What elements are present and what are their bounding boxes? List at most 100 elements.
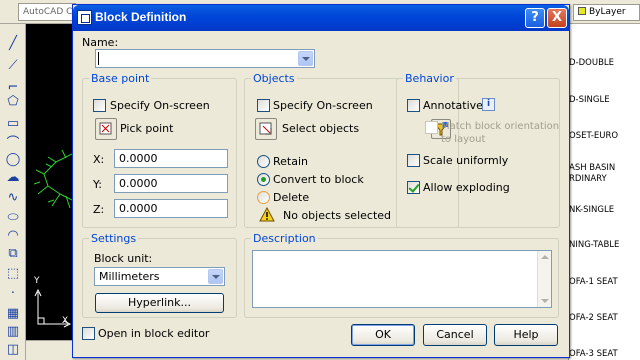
objects-status: No objects selected	[283, 209, 392, 222]
select-objects-button[interactable]	[255, 118, 277, 140]
drawing-canvas[interactable]: Y X	[26, 24, 73, 350]
rectangle-icon[interactable]: ▭	[5, 116, 21, 132]
close-button[interactable]: X	[547, 8, 567, 28]
insert-block-icon[interactable]: ⧉	[5, 246, 21, 262]
layer-combo-label: ByLayer	[589, 7, 626, 17]
z-label: Z:	[93, 203, 105, 216]
palette-item[interactable]: OFA-3 SEAT	[569, 349, 640, 360]
y-value: 0.0000	[119, 177, 158, 190]
cancel-button[interactable]: Cancel	[423, 324, 487, 346]
palette-item[interactable]: D-SINGLE	[569, 95, 640, 106]
palette-item[interactable]: NK-SINGLE	[569, 205, 640, 216]
select-objects-label: Select objects	[282, 122, 360, 135]
description-title: Description	[251, 232, 318, 245]
match-orientation-label: Match block orientation to layout	[441, 121, 560, 145]
palette-item[interactable]: OFA-1 SEAT	[569, 277, 640, 288]
ok-button[interactable]: OK	[351, 324, 415, 346]
palette-item[interactable]: OSET-EURO	[569, 131, 640, 142]
retain-label: Retain	[273, 155, 308, 168]
palette-item[interactable]: ASH BASIN RDINARY	[569, 163, 640, 185]
objects-specify-onscreen-checkbox[interactable]	[257, 99, 270, 112]
description-scrollbar[interactable]	[537, 251, 551, 307]
help-caption-button[interactable]: ?	[525, 8, 545, 28]
hyperlink-button[interactable]: Hyperlink...	[95, 293, 224, 313]
x-label: X:	[93, 153, 105, 166]
scale-uniformly-label: Scale uniformly	[423, 154, 509, 167]
spline-icon[interactable]: ∿	[5, 190, 21, 206]
line-icon[interactable]: ╱	[5, 36, 21, 52]
make-block-icon[interactable]: ⬚	[5, 266, 21, 282]
draw-toolbar: ╱ ⟋ ⌐ ⬠ ▭ ⌒ ◯ ☁ ∿ ⬭ ◠ ⧉ ⬚ · ▦ ▥ ◫	[0, 24, 26, 360]
ucs-y-label: Y	[34, 276, 40, 286]
behavior-title: Behavior	[403, 72, 456, 85]
delete-radio[interactable]	[257, 191, 270, 204]
allow-exploding-checkbox[interactable]	[407, 181, 420, 194]
scale-uniformly-checkbox[interactable]	[407, 154, 420, 167]
chevron-down-icon[interactable]	[298, 51, 313, 66]
open-in-editor-checkbox[interactable]	[82, 327, 95, 340]
retain-radio[interactable]	[257, 155, 270, 168]
x-value: 0.0000	[119, 152, 158, 165]
scroll-down-icon[interactable]	[541, 299, 549, 303]
behavior-group: Behavior Annotative i Match block orient…	[396, 72, 560, 228]
annotative-label: Annotative	[423, 99, 483, 112]
base-point-group: Base point Specify On-screen Pick point …	[82, 72, 237, 228]
help-button[interactable]: Help	[494, 324, 558, 346]
base-specify-onscreen-label: Specify On-screen	[110, 99, 210, 112]
region-icon[interactable]: ◫	[5, 342, 21, 358]
ellipse-icon[interactable]: ⬭	[5, 210, 21, 226]
gradient-icon[interactable]: ▥	[5, 324, 21, 340]
layer-swatch-icon	[578, 7, 586, 15]
arc-icon[interactable]: ⌒	[5, 136, 21, 152]
block-unit-select[interactable]: Millimeters	[94, 267, 225, 286]
text-caret	[98, 52, 99, 65]
palette-item[interactable]: NING-TABLE	[569, 240, 640, 251]
y-label: Y:	[93, 178, 102, 191]
pick-point-label: Pick point	[120, 122, 174, 135]
settings-title: Settings	[89, 232, 139, 245]
settings-group: Settings Block unit: Millimeters Hyperli…	[82, 232, 237, 318]
ucs-x-label: X	[62, 316, 69, 326]
palette-item[interactable]: OFA-2 SEAT	[569, 313, 640, 324]
convert-to-block-radio[interactable]	[257, 173, 270, 186]
annotative-checkbox[interactable]	[407, 99, 420, 112]
revision-cloud-icon[interactable]: ☁	[5, 170, 21, 186]
name-combo[interactable]	[95, 49, 315, 68]
construction-line-icon[interactable]: ⟋	[5, 58, 21, 74]
ellipse-arc-icon[interactable]: ◠	[5, 228, 21, 244]
info-icon[interactable]: i	[482, 98, 495, 111]
pick-point-icon	[99, 122, 112, 135]
select-objects-icon	[259, 122, 272, 135]
description-group: Description	[244, 232, 559, 318]
block-icon	[77, 10, 92, 25]
dialog-titlebar[interactable]: Block Definition ? X	[73, 5, 569, 31]
block-unit-label: Block unit:	[94, 252, 153, 265]
open-in-editor-label: Open in block editor	[98, 327, 210, 340]
palette-item[interactable]: D-DOUBLE	[569, 58, 640, 69]
base-point-title: Base point	[89, 72, 152, 85]
z-value: 0.0000	[119, 202, 158, 215]
objects-title: Objects	[251, 72, 297, 85]
chevron-down-icon[interactable]	[208, 269, 223, 284]
name-label: Name:	[82, 36, 119, 49]
dialog-title: Block Definition	[95, 10, 187, 24]
block-unit-value: Millimeters	[99, 270, 160, 283]
block-definition-dialog: Block Definition ? X Name: Base point Sp…	[72, 4, 570, 358]
cad-window-tab[interactable]: AutoCAD C	[18, 3, 76, 21]
scroll-up-icon[interactable]	[541, 255, 549, 259]
x-input[interactable]: 0.0000	[114, 149, 228, 168]
polygon-icon[interactable]: ⬠	[5, 94, 21, 110]
description-textarea[interactable]	[252, 250, 552, 308]
point-icon[interactable]: ·	[5, 286, 21, 302]
pick-point-button[interactable]	[95, 118, 117, 140]
base-specify-onscreen-checkbox[interactable]	[93, 99, 106, 112]
hatch-icon[interactable]: ▦	[5, 306, 21, 322]
objects-specify-onscreen-label: Specify On-screen	[273, 99, 373, 112]
allow-exploding-label: Allow exploding	[423, 181, 510, 194]
match-orientation-checkbox[interactable]	[425, 121, 438, 134]
y-input[interactable]: 0.0000	[114, 174, 228, 193]
z-input[interactable]: 0.0000	[114, 199, 228, 218]
layer-combo[interactable]: ByLayer	[573, 4, 640, 21]
circle-icon[interactable]: ◯	[5, 152, 21, 168]
tool-palette: D-DOUBLE D-SINGLE OSET-EURO ASH BASIN RD…	[568, 24, 640, 360]
